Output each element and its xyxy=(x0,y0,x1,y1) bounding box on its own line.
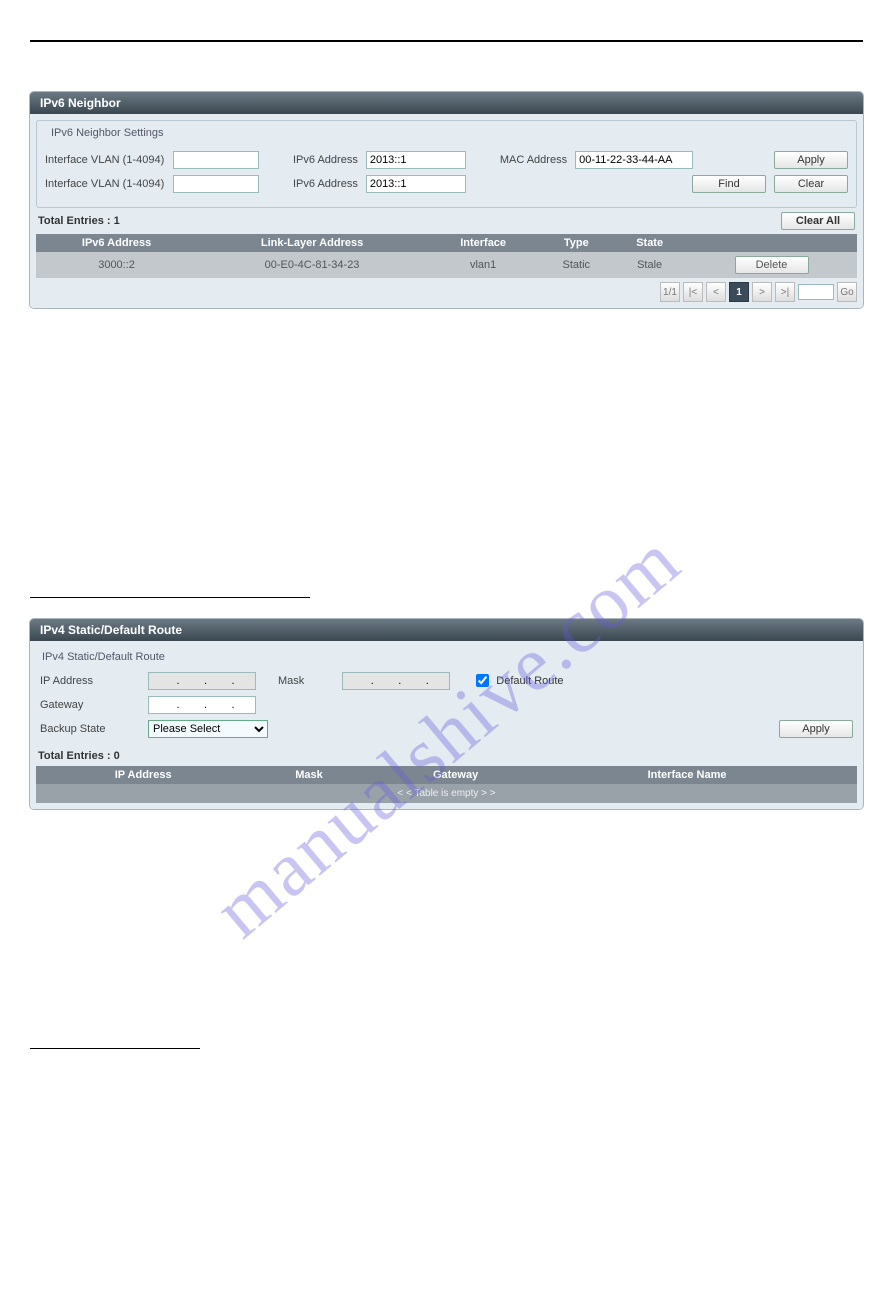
ipv4-route-fieldset: IPv4 Static/Default Route IP Address Mas… xyxy=(36,647,857,746)
cell-ll: 00-E0-4C-81-34-23 xyxy=(197,252,427,278)
find-button[interactable]: Find xyxy=(692,175,766,193)
page-first-button[interactable]: |< xyxy=(683,282,703,302)
top-rule xyxy=(30,40,863,42)
neighbor-table: IPv6 Address Link-Layer Address Interfac… xyxy=(36,234,857,278)
clear-all-button[interactable]: Clear All xyxy=(781,212,855,230)
page-go-input[interactable] xyxy=(798,284,834,300)
page-current[interactable]: 1 xyxy=(729,282,749,302)
vlan-label: Interface VLAN (1-4094) xyxy=(45,154,165,166)
ipv6-neighbor-fieldset: IPv6 Neighbor Settings Interface VLAN (1… xyxy=(36,120,857,208)
th-ip: IP Address xyxy=(36,766,250,784)
total-line-2: Total Entries : 0 xyxy=(38,750,855,762)
mask-input[interactable] xyxy=(342,672,450,690)
find-row: Interface VLAN (1-4094) IPv6 Address Fin… xyxy=(45,175,848,193)
ipv6-label: IPv6 Address xyxy=(293,154,358,166)
panel-title: IPv6 Neighbor xyxy=(30,92,863,114)
vlan-label-2: Interface VLAN (1-4094) xyxy=(45,178,165,190)
page-prev-button[interactable]: < xyxy=(706,282,726,302)
th-gateway: Gateway xyxy=(368,766,544,784)
default-route-checkbox-input[interactable] xyxy=(476,674,489,687)
delete-button[interactable]: Delete xyxy=(735,256,809,274)
mac-input[interactable] xyxy=(575,151,693,169)
backup-select[interactable]: Please Select xyxy=(148,720,268,738)
clear-button[interactable]: Clear xyxy=(774,175,848,193)
ip-input[interactable] xyxy=(148,672,256,690)
fieldset-title-2: IPv4 Static/Default Route xyxy=(42,651,851,663)
th-action-2 xyxy=(831,766,857,784)
ip-label: IP Address xyxy=(40,675,140,687)
th-ll: Link-Layer Address xyxy=(197,234,427,252)
fieldset-title: IPv6 Neighbor Settings xyxy=(47,127,168,139)
th-mask: Mask xyxy=(250,766,367,784)
cell-if: vlan1 xyxy=(427,252,539,278)
total-entries-2: Total Entries : 0 xyxy=(38,750,120,762)
vlan-input-2[interactable] xyxy=(173,175,259,193)
table-row: 3000::2 00-E0-4C-81-34-23 vlan1 Static S… xyxy=(36,252,857,278)
page-next-button[interactable]: > xyxy=(752,282,772,302)
th-state: State xyxy=(613,234,686,252)
panel-title-2: IPv4 Static/Default Route xyxy=(30,619,863,641)
ip-row: IP Address Mask Default Route xyxy=(40,671,853,690)
page-go-button[interactable]: Go xyxy=(837,282,857,302)
section-underline-2 xyxy=(30,1047,200,1049)
add-row: Interface VLAN (1-4094) IPv6 Address MAC… xyxy=(45,151,848,169)
gateway-row: Gateway xyxy=(40,696,853,714)
backup-label: Backup State xyxy=(40,723,140,735)
route-table: IP Address Mask Gateway Interface Name <… xyxy=(36,766,857,803)
th-ipv6: IPv6 Address xyxy=(36,234,197,252)
total-line: Total Entries : 1 Clear All xyxy=(38,212,855,230)
th-action xyxy=(686,234,857,252)
empty-row: < < Table is empty > > xyxy=(36,784,857,803)
cell-action: Delete xyxy=(686,252,857,278)
ipv6-label-2: IPv6 Address xyxy=(293,178,358,190)
apply-button-2[interactable]: Apply xyxy=(779,720,853,738)
mask-label: Mask xyxy=(278,675,304,687)
mac-label: MAC Address xyxy=(500,154,567,166)
cell-ipv6: 3000::2 xyxy=(36,252,197,278)
page-info: 1/1 xyxy=(660,282,680,302)
backup-row: Backup State Please Select Apply xyxy=(40,720,853,738)
panel-body: IPv6 Neighbor Settings Interface VLAN (1… xyxy=(30,114,863,308)
section-underline-1 xyxy=(30,596,310,598)
panel-body-2: IPv4 Static/Default Route IP Address Mas… xyxy=(30,641,863,809)
ipv6-input[interactable] xyxy=(366,151,466,169)
pagination: 1/1 |< < 1 > >| Go xyxy=(36,282,857,302)
page-last-button[interactable]: >| xyxy=(775,282,795,302)
vlan-input[interactable] xyxy=(173,151,259,169)
gateway-input[interactable] xyxy=(148,696,256,714)
cell-type: Static xyxy=(539,252,613,278)
gateway-label: Gateway xyxy=(40,699,140,711)
apply-button[interactable]: Apply xyxy=(774,151,848,169)
default-route-checkbox[interactable]: Default Route xyxy=(472,671,563,690)
th-type: Type xyxy=(539,234,613,252)
default-route-label: Default Route xyxy=(496,675,563,687)
th-if: Interface xyxy=(427,234,539,252)
cell-state: Stale xyxy=(613,252,686,278)
total-entries: Total Entries : 1 xyxy=(38,215,120,227)
ipv6-input-2[interactable] xyxy=(366,175,466,193)
ipv6-neighbor-panel: IPv6 Neighbor IPv6 Neighbor Settings Int… xyxy=(30,92,863,308)
ipv4-static-route-panel: IPv4 Static/Default Route IPv4 Static/De… xyxy=(30,619,863,809)
empty-cell: < < Table is empty > > xyxy=(36,784,857,803)
th-ifname: Interface Name xyxy=(544,766,831,784)
